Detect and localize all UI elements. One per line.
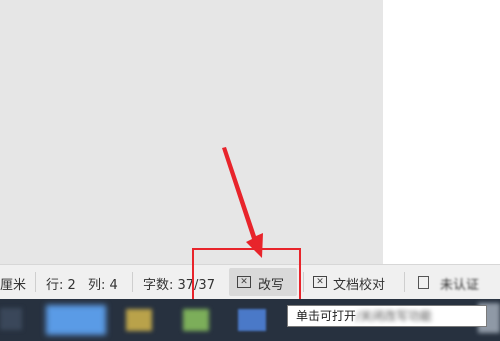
unit-label[interactable]: 厘米 [0,274,26,293]
certificate-icon [418,276,429,289]
taskbar-app-icon[interactable] [183,309,209,331]
taskbar-app-icon[interactable] [0,308,22,330]
divider [303,272,304,292]
taskbar-app-icon[interactable] [126,309,152,331]
proofread-label: 文档校对 [333,278,386,293]
annotation-highlight-box [192,248,301,304]
divider [35,272,36,292]
divider [132,272,133,292]
tooltip-text: 单击可打开 [296,309,357,323]
taskbar-app-icon[interactable] [238,309,266,331]
proofread-icon: ✕ [313,276,327,288]
tooltip-text-blurred: /关闭改写功能 [356,309,433,323]
tooltip: 单击可打开/关闭改写功能 [287,305,487,327]
column-indicator[interactable]: 列: 4 [88,274,118,293]
certification-button[interactable]: 未认证 [414,268,500,296]
line-indicator[interactable]: 行: 2 [46,274,76,293]
proofread-button[interactable]: ✕ 文档校对 [310,268,396,296]
divider [404,272,405,292]
certification-label: 未认证 [440,278,480,293]
taskbar-app-icon[interactable] [46,305,106,335]
